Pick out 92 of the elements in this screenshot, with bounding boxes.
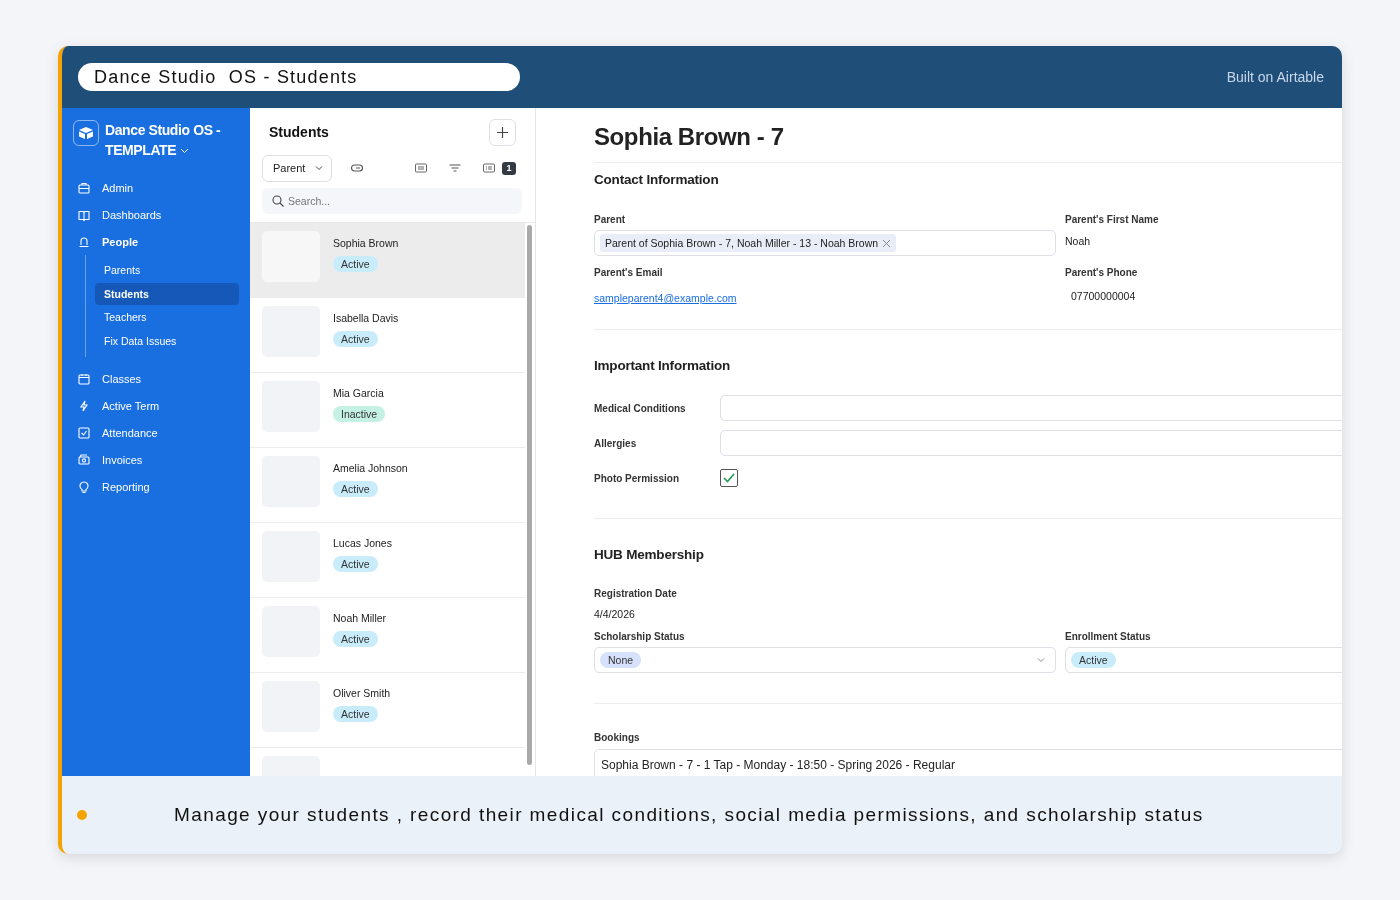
field-label: Enrollment Status: [1065, 631, 1152, 642]
checkbox-icon: [78, 426, 90, 439]
search-field[interactable]: Search...: [262, 188, 522, 214]
scholarship-dropdown[interactable]: None: [594, 647, 1056, 673]
record-card[interactable]: Amelia Johnson Active: [250, 448, 525, 523]
sidebar-item[interactable]: Active Term: [73, 392, 239, 419]
record-name: Noah Miller: [333, 612, 387, 624]
status-tag: Active: [333, 331, 378, 347]
field-label: Parent's Email: [594, 267, 664, 278]
section-heading: Important Information: [594, 358, 732, 373]
record-name: Oliver Smith: [333, 687, 391, 699]
lightning-icon: [78, 399, 90, 412]
sidebar-item[interactable]: Invoices: [73, 446, 239, 473]
record-name: Amelia Johnson: [333, 462, 408, 474]
field-label: Allergies: [594, 437, 638, 449]
bell-icon: [78, 235, 90, 248]
sidebar-item[interactable]: Attendance: [73, 419, 239, 446]
search-icon: [272, 195, 284, 207]
book-icon: [78, 208, 90, 221]
record-card[interactable]: Lucas Jones Active: [250, 523, 525, 598]
field-label: Parent's First Name: [1065, 214, 1160, 225]
plus-icon: [497, 126, 508, 138]
checkmark-icon: [723, 473, 735, 483]
filter-icon: [448, 161, 462, 175]
field-value: Noah: [1065, 235, 1092, 249]
sidebar-item[interactable]: Dashboards: [73, 201, 239, 228]
add-button[interactable]: [489, 118, 516, 146]
record-name: Mia Garcia: [333, 387, 385, 399]
status-tag: Inactive: [333, 406, 386, 422]
status-tag: Active: [333, 706, 378, 722]
sort-count-badge: 1: [502, 161, 516, 175]
record-card[interactable]: Sophia Brown Active: [250, 223, 525, 298]
sidebar-item[interactable]: Classes: [73, 365, 239, 392]
status-tag: Active: [333, 556, 378, 572]
field-label: Scholarship Status: [594, 631, 686, 642]
record-name: Isabella Davis: [333, 312, 399, 324]
field-value: 4/4/2026: [594, 608, 636, 620]
chevron-down-icon: [315, 165, 324, 171]
email-link[interactable]: sampleparent4@example.com: [594, 292, 737, 304]
record-name: Lucas Jones: [333, 537, 392, 549]
sidebar-subitem[interactable]: Fix Data Issues: [95, 329, 239, 352]
bullet-dot: [77, 810, 87, 820]
pill-shape-icon: [350, 161, 365, 175]
status-tag: Active: [333, 256, 378, 272]
record-card[interactable]: Oliver Smith Active: [250, 673, 525, 748]
list-title: Students: [269, 124, 329, 140]
record-card[interactable]: Noah Miller Active: [250, 598, 525, 673]
card-icon: [414, 161, 428, 175]
section-heading: Contact Information: [594, 172, 720, 187]
sidebar-item[interactable]: Reporting: [73, 473, 239, 500]
sidebar-subitem[interactable]: Teachers: [95, 306, 239, 328]
field-label: Registration Date: [594, 588, 678, 599]
record-name: Sophia Brown: [333, 237, 399, 249]
briefcase-icon: [78, 181, 90, 194]
cash-icon: [78, 453, 90, 466]
booking-field[interactable]: Sophia Brown - 7 - 1 Tap - Monday - 18:50 - Spring 2026 - Regular: [594, 749, 1342, 776]
field-label: Photo Permission: [594, 472, 680, 484]
chevron-down-icon: [180, 148, 190, 155]
remove-button[interactable]: [882, 238, 892, 248]
lightbulb-icon: [78, 480, 90, 493]
record-title: Sophia Brown - 7: [594, 108, 1342, 163]
scrollbar[interactable]: [527, 225, 532, 765]
chevron-down-icon: [1037, 657, 1045, 663]
checkbox[interactable]: [720, 469, 738, 487]
text-field[interactable]: [720, 430, 1342, 456]
status-tag: Active: [333, 631, 378, 647]
parent-field[interactable]: Parent of Sophia Brown - 7, Noah Miller - 13 - Noah Brown: [594, 230, 1056, 256]
app-title: Dance Studio OS - Students: [78, 63, 520, 91]
linked-record-chip: Parent of Sophia Brown - 7, Noah Miller - 13 - Noah Brown: [600, 234, 897, 252]
record-card[interactable]: Isabella Davis Active: [250, 298, 525, 373]
list-icon: [482, 161, 496, 175]
caption-text: Manage your students , record their medical conditions, social media permissions, and scholarship status: [174, 804, 1204, 826]
record-card[interactable]: Mia Garcia Inactive: [250, 373, 525, 448]
enrollment-field[interactable]: Active: [1065, 647, 1342, 673]
sidebar-subitem[interactable]: Parents: [95, 259, 239, 281]
section-heading: HUB Membership: [594, 547, 705, 562]
built-on-label: Built on Airtable: [1226, 69, 1324, 85]
field-label: Parent: [594, 214, 627, 225]
field-label: Medical Conditions: [594, 402, 687, 414]
close-icon: [882, 238, 892, 248]
text-field[interactable]: [720, 395, 1342, 421]
status-tag: Active: [333, 481, 378, 497]
sidebar-item[interactable]: Admin: [73, 174, 239, 201]
field-label: Bookings: [594, 732, 641, 743]
workspace-name[interactable]: Dance Studio OS - TEMPLATE: [105, 120, 239, 160]
sidebar-subitem[interactable]: Students: [95, 282, 239, 305]
sidebar-item[interactable]: People: [73, 228, 239, 255]
field-value: 07700000004: [1070, 290, 1137, 304]
field-label: Parent's Phone: [1065, 267, 1139, 278]
group-by-dropdown[interactable]: Parent: [262, 154, 333, 182]
calendar-icon: [78, 372, 90, 385]
workspace-logo-icon: [73, 120, 99, 146]
